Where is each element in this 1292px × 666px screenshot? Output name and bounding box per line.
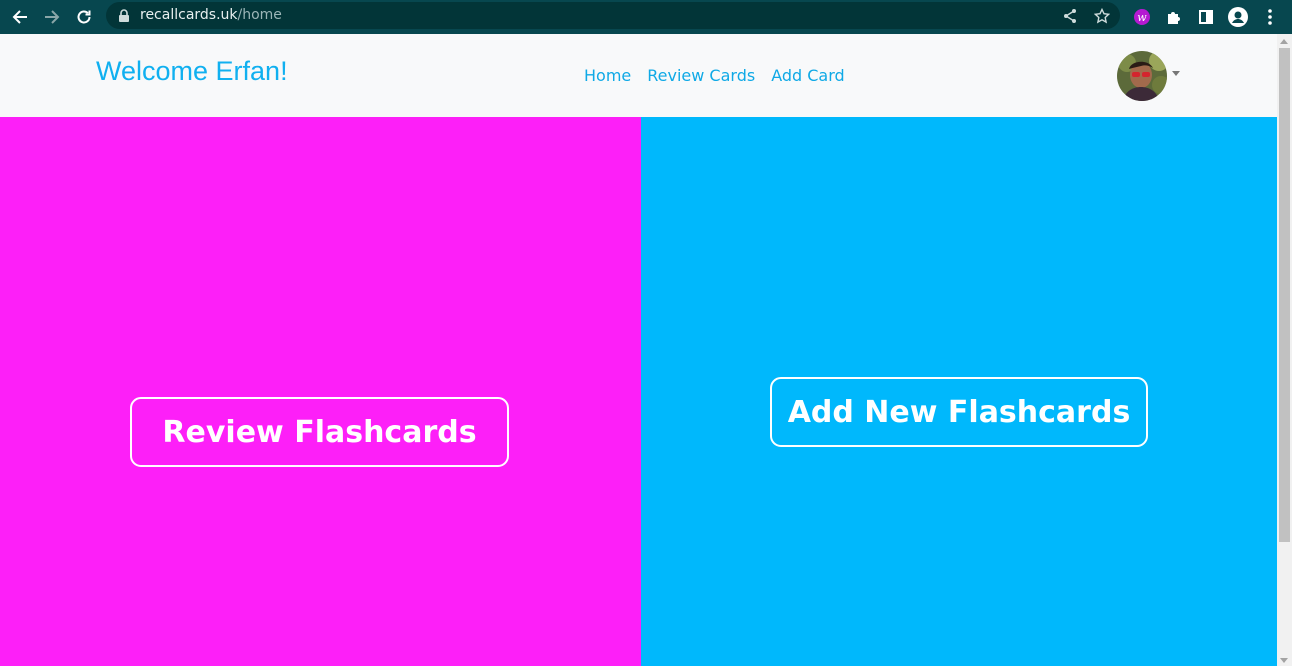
avatar[interactable] bbox=[1117, 51, 1167, 101]
scrollbar-thumb[interactable] bbox=[1279, 48, 1290, 542]
lock-icon[interactable] bbox=[114, 6, 134, 26]
add-new-flashcards-button[interactable]: Add New Flashcards bbox=[770, 377, 1148, 447]
share-icon[interactable] bbox=[1060, 6, 1080, 26]
reload-icon[interactable] bbox=[72, 5, 96, 29]
navbar: Welcome Erfan! Home Review Cards Add Car… bbox=[0, 34, 1277, 117]
nav-links: Home Review Cards Add Card bbox=[584, 66, 845, 85]
scroll-up-arrow-icon[interactable] bbox=[1280, 39, 1288, 44]
address-bar[interactable]: recallcards.uk/home bbox=[106, 2, 1120, 29]
welcome-brand[interactable]: Welcome Erfan! bbox=[96, 56, 288, 87]
review-panel: Review Flashcards bbox=[0, 117, 641, 666]
extension-w-icon[interactable]: w bbox=[1130, 5, 1154, 29]
caret-down-icon[interactable] bbox=[1172, 71, 1180, 76]
profile-icon[interactable] bbox=[1226, 5, 1250, 29]
back-arrow-icon[interactable] bbox=[8, 5, 32, 29]
page-viewport: Welcome Erfan! Home Review Cards Add Car… bbox=[0, 34, 1277, 666]
more-vert-icon[interactable] bbox=[1258, 5, 1282, 29]
add-panel: Add New Flashcards bbox=[641, 117, 1277, 666]
star-icon[interactable] bbox=[1092, 6, 1112, 26]
side-panel-icon[interactable] bbox=[1194, 5, 1218, 29]
forward-arrow-icon[interactable] bbox=[40, 5, 64, 29]
url-text: recallcards.uk/home bbox=[140, 7, 282, 23]
review-flashcards-button[interactable]: Review Flashcards bbox=[130, 397, 509, 467]
vertical-scrollbar[interactable] bbox=[1277, 34, 1292, 666]
svg-text:w: w bbox=[1137, 11, 1147, 24]
scroll-down-arrow-icon[interactable] bbox=[1280, 658, 1288, 663]
nav-link-add-card[interactable]: Add Card bbox=[771, 66, 845, 85]
puzzle-icon[interactable] bbox=[1162, 5, 1186, 29]
browser-toolbar: recallcards.uk/home w bbox=[0, 0, 1292, 34]
nav-link-home[interactable]: Home bbox=[584, 66, 631, 85]
nav-link-review-cards[interactable]: Review Cards bbox=[647, 66, 755, 85]
